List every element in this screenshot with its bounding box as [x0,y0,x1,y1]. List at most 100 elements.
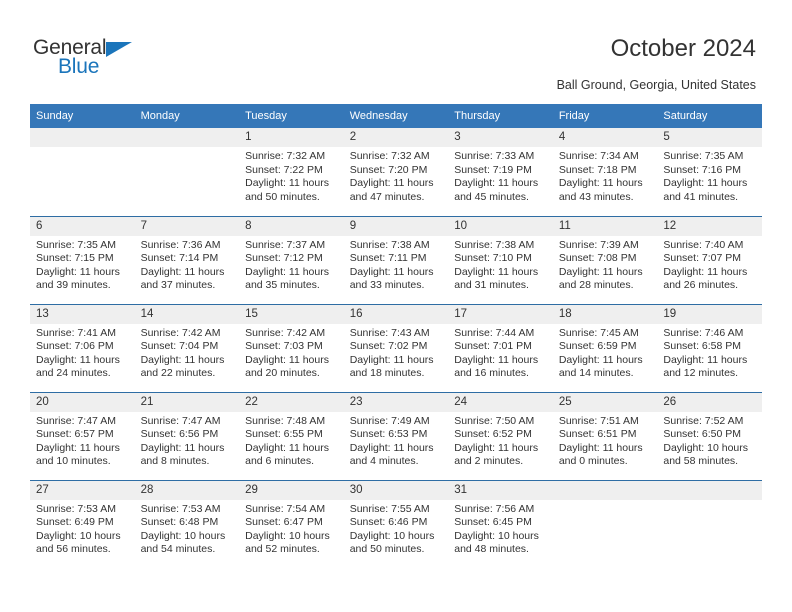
calendar-day-cell[interactable]: 15 Sunrise: 7:42 AM Sunset: 7:03 PM Dayligh… [239,303,344,392]
calendar-day-cell[interactable]: 17 Sunrise: 7:44 AM Sunset: 7:01 PM Dayligh… [448,303,553,392]
sunset-text: Sunset: 7:15 PM [36,252,114,265]
calendar-day-cell[interactable]: 31 Sunrise: 7:56 AM Sunset: 6:45 PM Dayligh… [448,479,553,568]
calendar-day-cell[interactable]: 4 Sunrise: 7:34 AM Sunset: 7:18 PM Daylight… [552,128,658,216]
day-details: Sunrise: 7:47 AM Sunset: 6:57 PM Daylight:… [30,412,135,469]
calendar-day-cell[interactable]: 8 Sunrise: 7:37 AM Sunset: 7:12 PM Daylight… [239,215,344,304]
day-details: Sunrise: 7:49 AM Sunset: 6:53 PM Daylight:… [344,412,449,469]
sunrise-text: Sunrise: 7:42 AM [245,326,326,339]
day-number: 30 [343,480,449,500]
weekday-header-tuesday: Tuesday [239,104,344,128]
daylight-text-line1: Daylight: 11 hours [349,353,434,366]
sunset-text: Sunset: 6:55 PM [245,428,323,441]
day-number: 29 [239,480,344,500]
calendar-day-cell[interactable]: 29 Sunrise: 7:54 AM Sunset: 6:47 PM Dayligh… [239,479,344,568]
calendar-day-cell[interactable]: 26 Sunrise: 7:52 AM Sunset: 6:50 PM Dayligh… [657,391,762,480]
daylight-text-line1: Daylight: 11 hours [454,265,539,278]
day-details: Sunrise: 7:35 AM Sunset: 7:16 PM Daylight:… [657,147,762,204]
calendar-day-cell[interactable]: 1 Sunrise: 7:32 AM Sunset: 7:22 PM Daylight… [239,128,344,216]
day-details: Sunrise: 7:33 AM Sunset: 7:19 PM Daylight:… [448,147,553,204]
day-details: Sunrise: 7:38 AM Sunset: 7:11 PM Daylight:… [344,236,449,293]
calendar-week-row: 13 Sunrise: 7:41 AM Sunset: 7:06 PM Dayligh… [30,303,762,392]
sunset-text: Sunset: 7:14 PM [140,252,219,265]
daylight-text-line2: and 28 minutes. [558,279,634,292]
calendar-week-row: 6 Sunrise: 7:35 AM Sunset: 7:15 PM Daylight… [30,215,762,304]
calendar-day-cell[interactable]: 28 Sunrise: 7:53 AM Sunset: 6:48 PM Dayligh… [134,479,240,568]
sunrise-text: Sunrise: 7:39 AM [558,238,639,251]
calendar-day-cell[interactable]: 12 Sunrise: 7:40 AM Sunset: 7:07 PM Dayligh… [657,215,762,304]
sunset-text: Sunset: 6:45 PM [454,516,532,529]
sunset-text: Sunset: 6:47 PM [245,516,323,529]
calendar-day-cell[interactable]: 22 Sunrise: 7:48 AM Sunset: 6:55 PM Dayligh… [239,391,344,480]
sunset-text: Sunset: 6:48 PM [140,516,219,529]
daylight-text-line1: Daylight: 11 hours [454,177,539,190]
calendar-day-cell[interactable]: 16 Sunrise: 7:43 AM Sunset: 7:02 PM Dayligh… [343,303,449,392]
daylight-text-line1: Daylight: 11 hours [558,441,643,454]
sunset-text: Sunset: 6:58 PM [663,340,742,353]
calendar-day-cell[interactable]: 11 Sunrise: 7:39 AM Sunset: 7:08 PM Dayligh… [552,215,658,304]
daylight-text-line1: Daylight: 11 hours [558,353,643,366]
calendar-day-cell[interactable]: 30 Sunrise: 7:55 AM Sunset: 6:46 PM Dayligh… [343,479,449,568]
daylight-text-line1: Daylight: 11 hours [140,265,225,278]
sunset-text: Sunset: 6:53 PM [349,428,428,441]
sunset-text: Sunset: 6:52 PM [454,428,532,441]
calendar-day-cell[interactable]: 9 Sunrise: 7:38 AM Sunset: 7:11 PM Daylight… [343,215,449,304]
day-number: 9 [343,216,449,236]
sunset-text: Sunset: 7:12 PM [245,252,323,265]
calendar-day-cell[interactable]: 20 Sunrise: 7:47 AM Sunset: 6:57 PM Dayligh… [30,391,135,480]
sunset-text: Sunset: 7:07 PM [663,252,742,265]
page-title: October 2024 [610,35,756,62]
brand-logo[interactable]: General Blue [33,36,163,84]
day-number: 17 [448,304,553,324]
sunrise-text: Sunrise: 7:32 AM [245,150,326,162]
calendar-day-cell[interactable]: 6 Sunrise: 7:35 AM Sunset: 7:15 PM Daylight… [30,215,135,304]
day-details: Sunrise: 7:35 AM Sunset: 7:15 PM Daylight:… [30,236,135,293]
calendar-day-cell[interactable]: 23 Sunrise: 7:49 AM Sunset: 6:53 PM Dayligh… [343,391,449,480]
weekday-header-wednesday: Wednesday [343,104,449,128]
sunrise-text: Sunrise: 7:45 AM [558,326,639,339]
day-details: Sunrise: 7:48 AM Sunset: 6:55 PM Daylight:… [239,412,344,469]
calendar-week-row: 20 Sunrise: 7:47 AM Sunset: 6:57 PM Dayligh… [30,391,762,480]
calendar-day-cell[interactable]: 25 Sunrise: 7:51 AM Sunset: 6:51 PM Dayligh… [552,391,658,480]
sunrise-text: Sunrise: 7:48 AM [245,414,326,427]
day-number [134,128,240,147]
calendar-day-cell[interactable]: 2 Sunrise: 7:32 AM Sunset: 7:20 PM Daylight… [343,128,449,216]
calendar-day-cell[interactable]: 19 Sunrise: 7:46 AM Sunset: 6:58 PM Dayligh… [657,303,762,392]
day-details [135,147,240,150]
calendar-day-cell[interactable]: 5 Sunrise: 7:35 AM Sunset: 7:16 PM Daylight… [657,128,762,216]
calendar-day-cell[interactable]: 3 Sunrise: 7:33 AM Sunset: 7:19 PM Daylight… [448,128,553,216]
calendar-day-cell[interactable]: 24 Sunrise: 7:50 AM Sunset: 6:52 PM Dayligh… [448,391,553,480]
calendar-day-cell[interactable]: 7 Sunrise: 7:36 AM Sunset: 7:14 PM Daylight… [134,215,240,304]
sunrise-text: Sunrise: 7:41 AM [36,326,116,339]
sunset-text: Sunset: 7:20 PM [349,163,428,176]
day-number: 5 [657,128,762,147]
sunrise-text: Sunrise: 7:53 AM [140,502,221,515]
daylight-text-line2: and 45 minutes. [454,190,529,203]
sunrise-text: Sunrise: 7:47 AM [140,414,221,427]
sunrise-text: Sunrise: 7:54 AM [245,502,326,515]
daylight-text-line1: Daylight: 11 hours [245,265,329,278]
day-number: 3 [448,128,553,147]
sunrise-text: Sunrise: 7:56 AM [454,502,535,515]
calendar-cell-empty [30,128,135,216]
daylight-text-line1: Daylight: 10 hours [245,529,330,542]
sunset-text: Sunset: 7:16 PM [663,163,742,176]
sunrise-text: Sunrise: 7:32 AM [349,150,430,162]
daylight-text-line2: and 35 minutes. [245,279,320,292]
daylight-text-line1: Daylight: 11 hours [663,265,748,278]
day-details: Sunrise: 7:44 AM Sunset: 7:01 PM Daylight:… [448,324,553,381]
day-details: Sunrise: 7:55 AM Sunset: 6:46 PM Daylight:… [344,500,449,557]
daylight-text-line2: and 50 minutes. [245,190,320,203]
calendar-day-cell[interactable]: 27 Sunrise: 7:53 AM Sunset: 6:49 PM Dayligh… [30,479,135,568]
day-details: Sunrise: 7:32 AM Sunset: 7:22 PM Daylight:… [239,147,344,204]
calendar-day-cell[interactable]: 21 Sunrise: 7:47 AM Sunset: 6:56 PM Dayligh… [134,391,240,480]
daylight-text-line1: Daylight: 11 hours [349,441,434,454]
calendar-day-cell[interactable]: 10 Sunrise: 7:38 AM Sunset: 7:10 PM Dayligh… [448,215,553,304]
calendar-day-cell[interactable]: 14 Sunrise: 7:42 AM Sunset: 7:04 PM Dayligh… [134,303,240,392]
calendar-day-cell[interactable]: 13 Sunrise: 7:41 AM Sunset: 7:06 PM Dayligh… [30,303,135,392]
sunrise-text: Sunrise: 7:35 AM [36,238,116,251]
calendar-week-row: 27 Sunrise: 7:53 AM Sunset: 6:49 PM Dayligh… [30,479,762,568]
calendar-day-cell[interactable]: 18 Sunrise: 7:45 AM Sunset: 6:59 PM Dayligh… [552,303,658,392]
day-details: Sunrise: 7:54 AM Sunset: 6:47 PM Daylight:… [239,500,344,557]
sunrise-text: Sunrise: 7:55 AM [349,502,430,515]
daylight-text-line2: and 54 minutes. [140,543,216,556]
